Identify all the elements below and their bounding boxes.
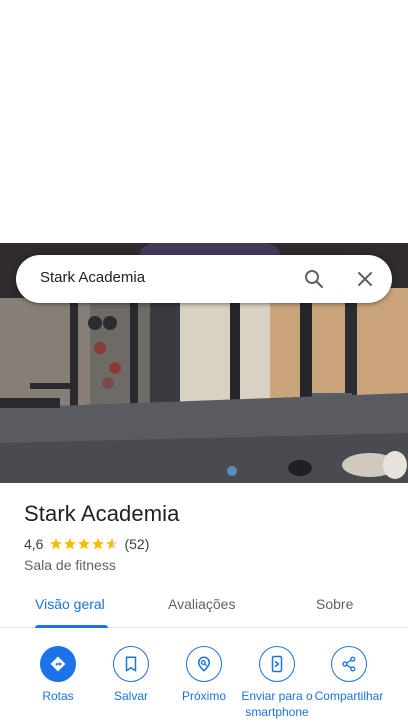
review-count[interactable]: (52)	[124, 536, 149, 552]
send-to-phone-icon[interactable]	[259, 646, 295, 682]
star-rating	[49, 537, 119, 551]
nearby-icon[interactable]	[186, 646, 222, 682]
share-icon[interactable]	[331, 646, 367, 682]
save-label: Salvar	[113, 689, 148, 703]
directions-button[interactable]: Rotas	[20, 646, 96, 704]
send-to-phone-label: Enviar para o smartphone	[241, 689, 313, 719]
close-icon[interactable]	[353, 267, 377, 291]
nearby-label: Próximo	[181, 689, 226, 703]
directions-icon[interactable]	[40, 646, 76, 682]
share-label: Compartilhar	[314, 689, 384, 703]
bookmark-icon[interactable]	[113, 646, 149, 682]
place-category: Sala de fitness	[24, 557, 116, 573]
tab-reviews[interactable]: Avaliações	[168, 596, 235, 612]
place-title: Stark Academia	[24, 501, 180, 526]
tab-about[interactable]: Sobre	[316, 596, 353, 612]
share-button[interactable]: Compartilhar	[311, 646, 387, 704]
send-to-phone-button[interactable]: Enviar para o smartphone	[239, 646, 315, 720]
tab-overview[interactable]: Visão geral	[35, 596, 105, 612]
search-bar[interactable]: Stark Academia	[16, 255, 392, 303]
star-icon	[50, 538, 63, 550]
star-icon	[64, 538, 77, 550]
place-details-panel: Stark Academia 4,6 (52) Sala de fitness …	[0, 483, 408, 726]
map-area[interactable]	[0, 0, 408, 243]
tab-bar: Visão geral Avaliações Sobre	[0, 586, 408, 628]
rating-row[interactable]: 4,6 (52)	[24, 536, 149, 552]
directions-label: Rotas	[42, 689, 74, 703]
rating-value: 4,6	[24, 536, 44, 552]
star-icon	[92, 538, 105, 550]
save-button[interactable]: Salvar	[93, 646, 169, 704]
search-query[interactable]: Stark Academia	[40, 269, 145, 286]
search-icon[interactable]	[302, 267, 326, 291]
star-icon	[106, 538, 119, 550]
active-tab-indicator	[35, 625, 108, 628]
star-icon	[78, 538, 91, 550]
nearby-button[interactable]: Próximo	[166, 646, 242, 704]
